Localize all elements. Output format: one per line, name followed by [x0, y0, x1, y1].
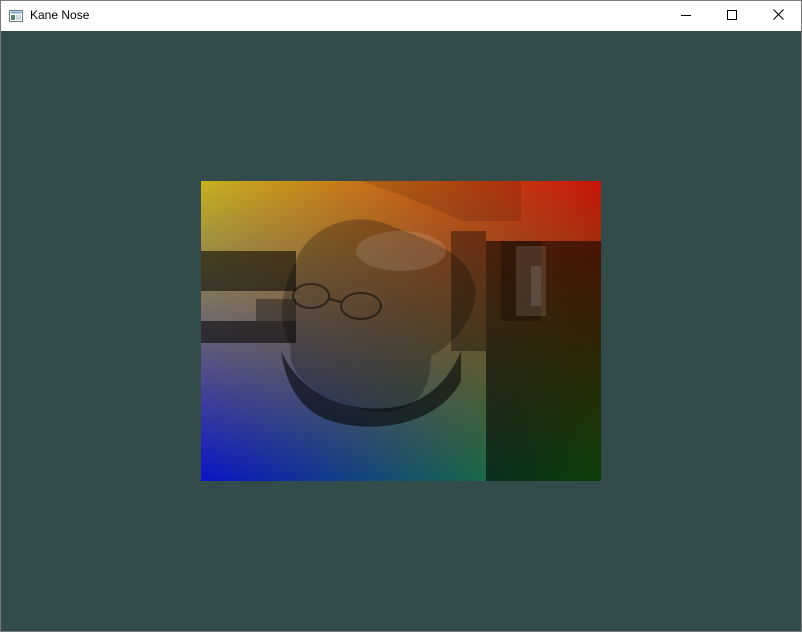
app-window: Kane Nose [0, 0, 802, 632]
window-controls [663, 1, 801, 31]
title-bar[interactable]: Kane Nose [1, 1, 801, 31]
close-button[interactable] [755, 1, 801, 31]
window-app-icon [9, 9, 23, 22]
textured-quad [201, 181, 601, 481]
close-icon [772, 7, 784, 25]
textured-quad-image [201, 181, 601, 481]
maximize-icon [727, 7, 737, 25]
minimize-icon [681, 7, 691, 25]
render-canvas[interactable] [1, 31, 801, 631]
maximize-button[interactable] [709, 1, 755, 31]
window-title: Kane Nose [30, 8, 90, 22]
minimize-button[interactable] [663, 1, 709, 31]
